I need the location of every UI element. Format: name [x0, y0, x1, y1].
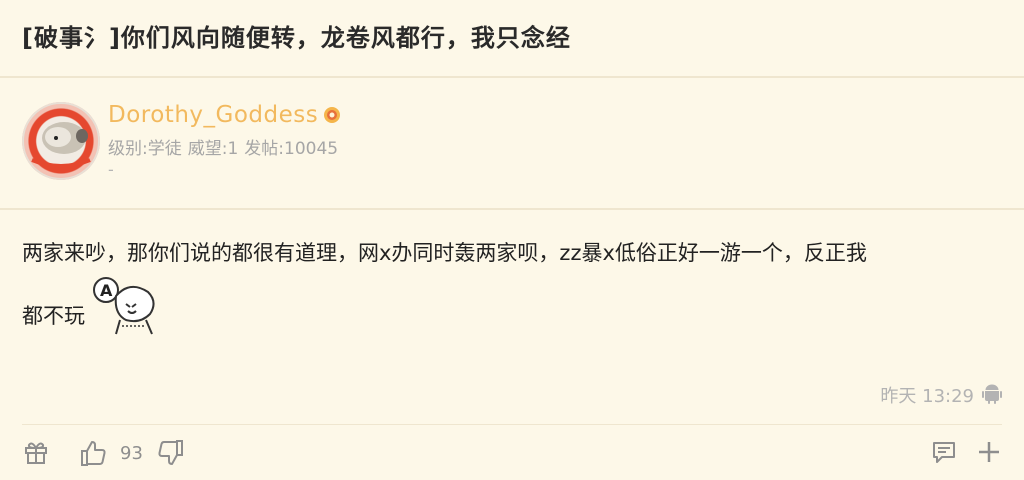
svg-text:A: A	[100, 281, 113, 300]
post-line-1: 两家来吵，那你们说的都很有道理，网x办同时轰两家呗，zz暴x低俗正好一游一个，反…	[22, 241, 867, 265]
author-card: Dorothy_Goddess 级别:学徒 威望:1 发帖:10045 -	[0, 80, 1024, 210]
thumbs-up-icon[interactable]	[78, 438, 108, 468]
comment-icon[interactable]	[930, 438, 958, 466]
post-toolbar: 93	[0, 432, 1024, 476]
gift-icon[interactable]	[22, 438, 50, 466]
post-line-2: 都不玩	[22, 304, 85, 328]
thread-title: [破事氵]你们风向随便转，龙卷风都行，我只念经	[22, 24, 571, 52]
sticker-image: A	[93, 277, 155, 335]
android-icon	[982, 384, 1002, 404]
medal-icon	[324, 107, 341, 123]
username-text: Dorothy_Goddess	[108, 102, 319, 128]
author-level: 级别:学徒	[108, 139, 182, 159]
author-prestige: 威望:1	[187, 139, 239, 159]
avatar[interactable]	[22, 102, 100, 180]
plus-icon[interactable]	[976, 438, 1002, 466]
post-timestamp: 昨天 13:29	[880, 386, 974, 407]
author-signature: -	[108, 160, 114, 179]
thread-header: [破事氵]你们风向随便转，龙卷风都行，我只念经	[0, 0, 1024, 78]
like-count: 93	[120, 443, 143, 464]
author-meta: 级别:学徒 威望:1 发帖:10045	[108, 134, 344, 159]
divider	[22, 424, 1002, 425]
author-posts: 发帖:10045	[244, 139, 339, 159]
thumbs-down-icon[interactable]	[156, 438, 186, 468]
username[interactable]: Dorothy_Goddess	[108, 102, 342, 128]
